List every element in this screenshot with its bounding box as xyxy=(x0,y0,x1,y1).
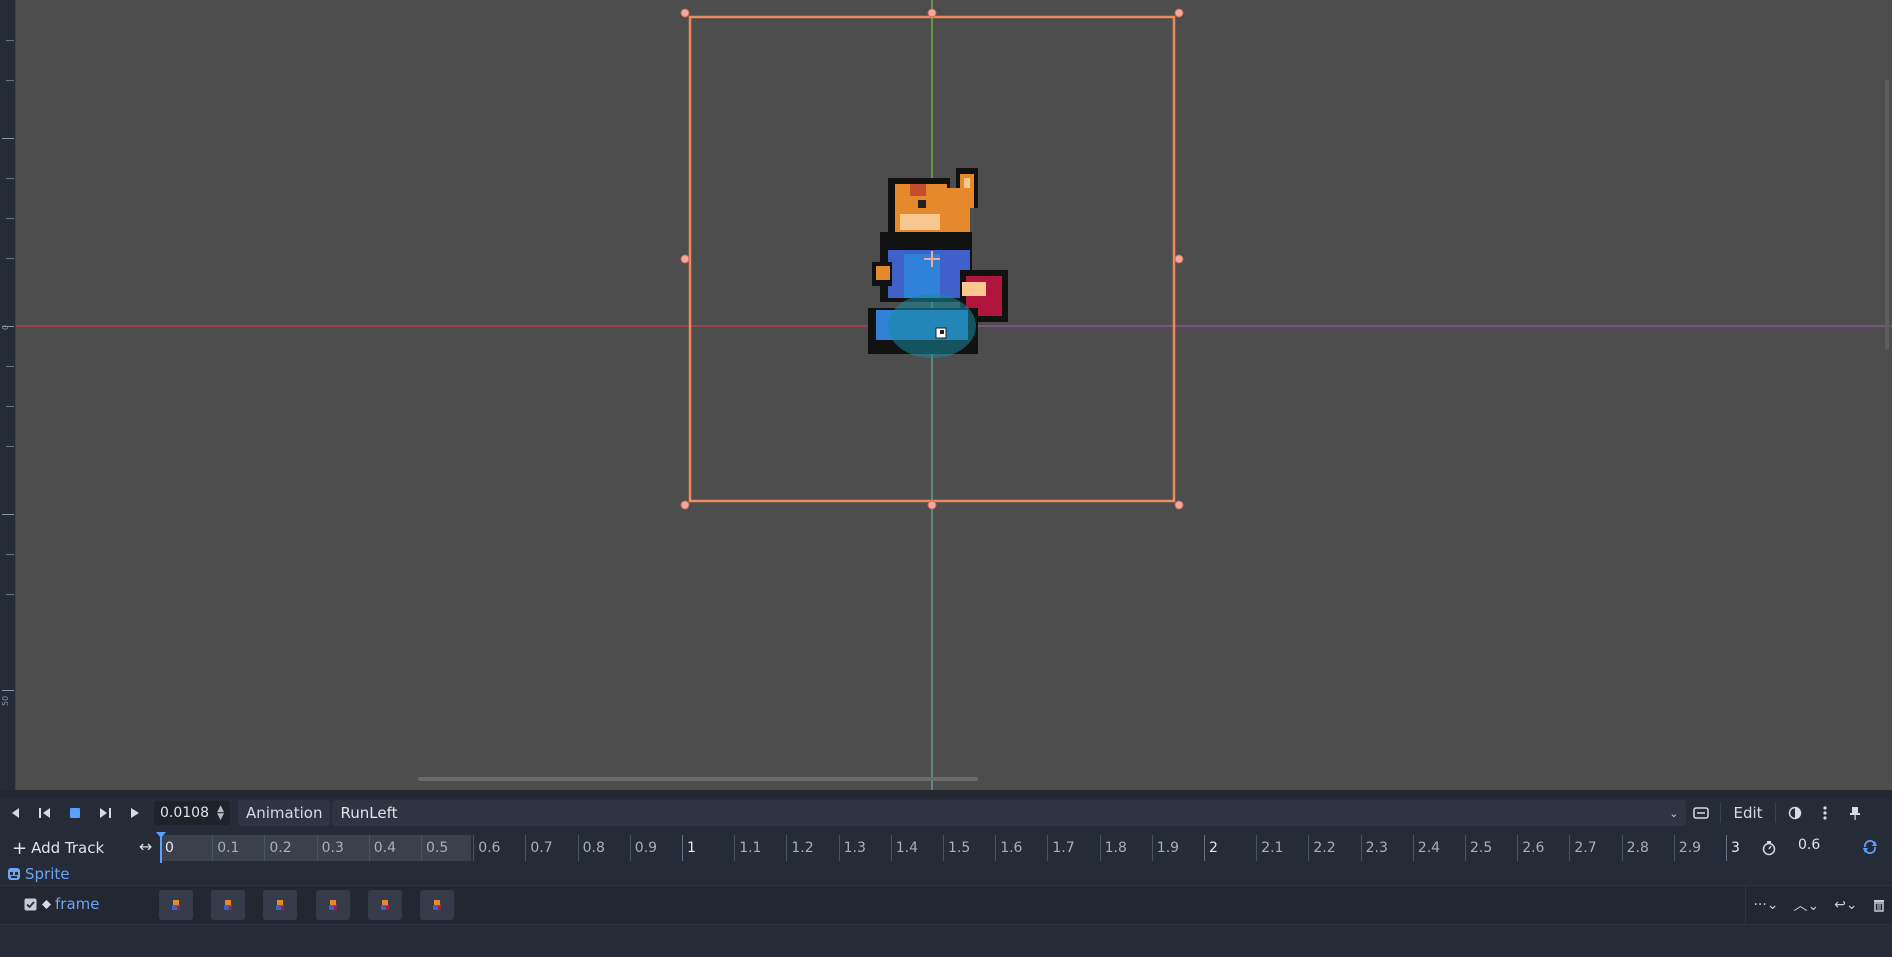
keyframe[interactable] xyxy=(367,890,402,920)
step-back-icon[interactable] xyxy=(30,800,60,826)
ruler-label-50: 50 xyxy=(1,695,10,706)
node-track-header[interactable]: Sprite xyxy=(0,863,1892,885)
interp-icon[interactable]: ···⌄ xyxy=(1753,897,1778,913)
timeline-tick: 0.2 xyxy=(264,835,292,861)
keyframe[interactable] xyxy=(420,890,454,920)
animation-current: RunLeft xyxy=(340,804,398,822)
frame-thumbnail-icon xyxy=(328,900,337,910)
stop-icon[interactable] xyxy=(60,800,90,826)
timeline-tick: 2.3 xyxy=(1360,835,1388,861)
node-name: Sprite xyxy=(25,865,70,883)
keyframe[interactable] xyxy=(263,890,298,920)
timeline-tick: 2.8 xyxy=(1621,835,1649,861)
keyframe[interactable] xyxy=(159,890,193,920)
timeline-tick: 1.1 xyxy=(734,835,761,861)
key-icon xyxy=(42,900,51,909)
fit-icon[interactable]: ↔ xyxy=(139,837,152,856)
timeline-tick: 2 xyxy=(1204,835,1218,861)
add-icon: + xyxy=(12,837,28,859)
frame-thumbnail-icon xyxy=(224,900,233,910)
timeline-tick: 2.6 xyxy=(1517,835,1544,861)
frame-track-row[interactable]: frame ···⌄ ︿⌄ ↩⌄ xyxy=(0,885,1892,925)
timeline-tick: 0 xyxy=(160,835,174,861)
timeline-tick: 3 xyxy=(1726,835,1740,861)
vertical-ruler: 0 50 xyxy=(0,0,16,790)
add-track-label: Add Track xyxy=(31,839,105,857)
timeline-tick: 2.1 xyxy=(1256,835,1283,861)
checkbox-icon[interactable] xyxy=(24,898,37,911)
onion-skin-icon[interactable] xyxy=(1780,800,1810,826)
timeline-tick: 2.7 xyxy=(1569,835,1597,861)
timeline-tick: 2.4 xyxy=(1412,835,1440,861)
track-filter-icon[interactable] xyxy=(1686,800,1716,826)
timeline-tick: 1.2 xyxy=(786,835,814,861)
keyframe[interactable] xyxy=(211,890,246,920)
edit-menu-label: Edit xyxy=(1733,804,1763,822)
time-value: 0.0108 xyxy=(160,805,209,821)
timeline-tick: 1.8 xyxy=(1099,835,1127,861)
more-icon[interactable] xyxy=(1810,800,1840,826)
frame-thumbnail-icon xyxy=(380,900,389,910)
edit-menu-button[interactable]: Edit xyxy=(1725,800,1770,826)
to-start-icon[interactable] xyxy=(0,800,30,826)
timeline-tick: 1 xyxy=(682,835,696,861)
track-list: Sprite frame ···⌄ ︿⌄ ↩⌄ xyxy=(0,863,1892,957)
timeline-tick: 1.5 xyxy=(943,835,970,861)
frame-thumbnail-icon xyxy=(172,900,180,910)
canvas-viewport[interactable]: 0 50 xyxy=(0,0,1892,790)
timeline-tick: 2.5 xyxy=(1465,835,1492,861)
animation-menu-label: Animation xyxy=(246,804,323,822)
chevron-down-icon: ⌄ xyxy=(1669,806,1679,820)
update-mode-icon[interactable]: ︿⌄ xyxy=(1793,895,1819,915)
wrap-icon[interactable]: ↩⌄ xyxy=(1834,897,1857,913)
loop-icon[interactable] xyxy=(1862,840,1878,854)
timeline-ruler[interactable]: 0 0.1 0.2 0.3 0.4 0.5 0.6 0.7 0.8 0.9 1 1.1 1.2 1.3 1.… xyxy=(158,831,1748,863)
timeline-tick: 0.7 xyxy=(525,835,553,861)
frame-thumbnail-icon xyxy=(433,900,441,910)
timeline-tick: 0.6 xyxy=(473,835,500,861)
frame-thumbnail-icon xyxy=(276,900,285,910)
timeline-tick: 2.9 xyxy=(1673,835,1701,861)
track-tools: ···⌄ ︿⌄ ↩⌄ xyxy=(1745,886,1892,924)
timeline-tick: 0.5 xyxy=(421,835,448,861)
timer-icon[interactable] xyxy=(1762,840,1776,856)
delete-icon[interactable] xyxy=(1873,898,1885,912)
timeline-header: + Add Track ↔ 0 0.1 0.2 0.3 0.4 0.5 0.6 0.7 0.8 0… xyxy=(0,831,1892,863)
add-track-button[interactable]: + Add Track xyxy=(12,837,104,859)
timeline-tick: 0.9 xyxy=(629,835,657,861)
sprite-node-icon xyxy=(8,868,20,880)
time-input[interactable]: 0.0108 ▲ ▼ xyxy=(154,801,230,825)
vertical-scrollbar[interactable] xyxy=(1885,80,1889,350)
pin-icon[interactable] xyxy=(1840,800,1870,826)
panel-splitter[interactable] xyxy=(0,790,1892,798)
timeline-tick: 2.2 xyxy=(1308,835,1336,861)
spin-icon[interactable]: ▲ ▼ xyxy=(217,805,224,822)
timeline-tick: 1.7 xyxy=(1047,835,1075,861)
timeline-tick: 1.4 xyxy=(890,835,918,861)
animation-length-input[interactable]: 0.6 xyxy=(1798,837,1820,853)
timeline-tick: 0.3 xyxy=(316,835,344,861)
animation-toolbar: 0.0108 ▲ ▼ Animation RunLeft ⌄ Edit xyxy=(0,798,1892,828)
timeline-tick: 0.4 xyxy=(368,835,396,861)
play-icon[interactable] xyxy=(120,800,150,826)
cursor-icon xyxy=(935,327,947,339)
timeline-tick: 1.3 xyxy=(838,835,866,861)
timeline-tick: 1.6 xyxy=(995,835,1022,861)
step-forward-icon[interactable] xyxy=(90,800,120,826)
timeline-tick: 0.8 xyxy=(577,835,605,861)
collision-shape xyxy=(888,294,976,358)
ruler-label-0: 0 xyxy=(1,324,10,330)
keyframe[interactable] xyxy=(315,890,350,920)
horizontal-scrollbar[interactable] xyxy=(418,777,978,781)
track-property-name: frame xyxy=(55,895,100,913)
timeline-tick: 1.9 xyxy=(1151,835,1179,861)
viewport-canvas[interactable] xyxy=(0,0,1892,790)
timeline-tick: 0.1 xyxy=(212,835,239,861)
animation-menu-button[interactable]: Animation xyxy=(238,800,331,826)
animation-select[interactable]: RunLeft ⌄ xyxy=(332,800,1687,826)
